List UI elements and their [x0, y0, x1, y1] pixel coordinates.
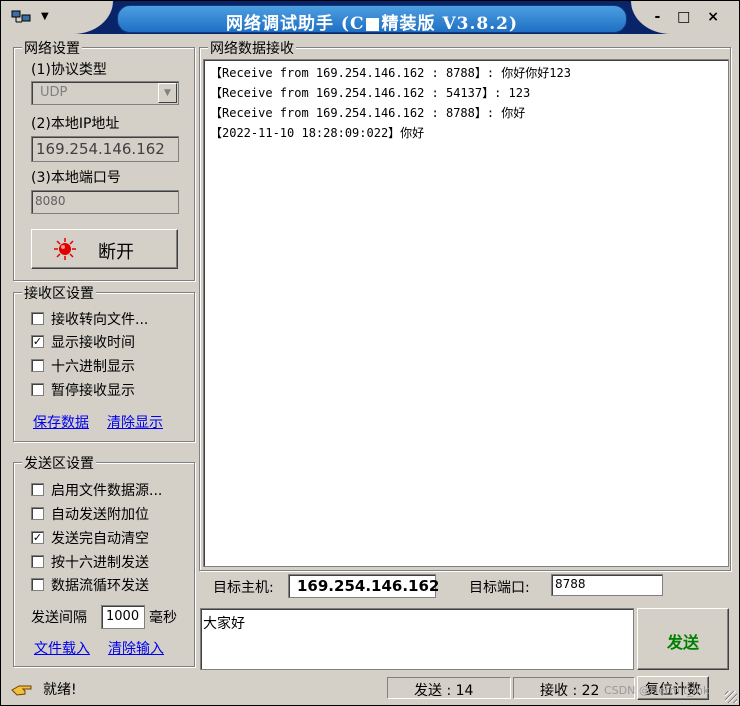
checkbox-loop-send[interactable]: 数据流循环发送: [31, 575, 201, 595]
checkbox-label: 暂停接收显示: [51, 383, 135, 399]
receive-line: 【2022-11-10 18:28:09:022】你好: [210, 126, 425, 140]
clear-input-link[interactable]: 清除输入: [108, 638, 164, 658]
checkbox-box[interactable]: [31, 555, 44, 568]
checkbox-label: 发送完自动清空: [51, 531, 149, 547]
resize-grip[interactable]: [725, 691, 737, 703]
target-port-input[interactable]: 8788: [551, 574, 663, 596]
send-text: 大家好: [203, 616, 245, 632]
send-interval-label: 发送间隔: [31, 610, 87, 626]
checkbox-box[interactable]: ✓: [31, 531, 44, 544]
checkbox-label: 自动发送附加位: [51, 507, 149, 523]
send-interval-unit: 毫秒: [149, 610, 177, 626]
send-interval-value: 1000: [106, 609, 140, 624]
chevron-down-icon[interactable]: ▼: [158, 83, 177, 103]
status-ready-text: 就绪!: [43, 682, 77, 698]
protocol-type-label: (1)协议类型: [31, 62, 107, 78]
checkbox-box[interactable]: [31, 383, 44, 396]
receive-settings-title: 接收区设置: [22, 283, 96, 303]
checkbox-box[interactable]: [31, 507, 44, 520]
network-settings-title: 网络设置: [22, 38, 82, 58]
load-file-link[interactable]: 文件载入: [34, 638, 90, 658]
checkbox-label: 显示接收时间: [51, 335, 135, 351]
checkbox-label: 按十六进制发送: [51, 555, 149, 571]
checkbox-label: 数据流循环发送: [51, 578, 149, 594]
app-icon: [11, 10, 31, 23]
checkbox-box[interactable]: [31, 312, 44, 325]
target-host-input[interactable]: 169.254.146.162: [288, 574, 440, 598]
checkbox-label: 接收转向文件...: [51, 312, 149, 328]
checkbox-label: 启用文件数据源...: [51, 483, 163, 499]
local-ip-label: (2)本地IP地址: [31, 116, 120, 132]
system-menu-button[interactable]: ▼: [11, 9, 55, 27]
save-data-link[interactable]: 保存数据: [33, 412, 89, 432]
target-port-value: 8788: [555, 577, 586, 591]
title-pill: 网络调试助手 (C■精装版 V3.8.2): [117, 5, 627, 34]
checkbox-hex-display[interactable]: 十六进制显示: [31, 356, 201, 376]
receive-data-title: 网络数据接收: [208, 38, 296, 58]
local-ip-value: 169.254.146.162: [36, 140, 165, 158]
window-controls[interactable]: - □ ×: [654, 9, 725, 25]
receive-line: 【Receive from 169.254.146.162 : 8788】: 你…: [210, 106, 526, 120]
receive-line: 【Receive from 169.254.146.162 : 8788】: 你…: [210, 66, 571, 80]
send-button-label: 发送: [666, 633, 699, 652]
pointing-hand-icon: [11, 685, 32, 696]
checkbox-auto-clear[interactable]: ✓ 发送完自动清空: [31, 528, 201, 548]
window-title: 网络调试助手 (C■精装版 V3.8.2): [225, 14, 519, 34]
send-button[interactable]: 发送: [637, 608, 729, 670]
checkbox-receive-to-file[interactable]: 接收转向文件...: [31, 309, 201, 329]
watermark: CSDN @Hermit_Ink: [604, 684, 710, 697]
sent-count-cell: 发送 : 14: [387, 677, 511, 699]
target-host-value: 169.254.146.162: [297, 577, 440, 595]
local-port-label: (3)本地端口号: [31, 170, 121, 186]
target-host-label: 目标主机:: [213, 580, 274, 596]
checkbox-box[interactable]: [31, 359, 44, 372]
checkbox-hex-send[interactable]: 按十六进制发送: [31, 552, 201, 572]
local-port-value: 8080: [35, 194, 66, 208]
send-interval-input[interactable]: 1000: [101, 605, 145, 629]
checkbox-file-data-source[interactable]: 启用文件数据源...: [31, 480, 201, 500]
checkbox-box[interactable]: ✓: [31, 335, 44, 348]
received-count: 接收 : 22: [540, 683, 600, 699]
disconnect-label: 断开: [98, 242, 134, 263]
checkbox-pause-display[interactable]: 暂停接收显示: [31, 380, 201, 400]
checkbox-show-receive-time[interactable]: ✓ 显示接收时间: [31, 332, 201, 352]
clear-display-link[interactable]: 清除显示: [107, 412, 163, 432]
receive-data-textarea[interactable]: 【Receive from 169.254.146.162 : 8788】: 你…: [203, 59, 729, 567]
receive-line: 【Receive from 169.254.146.162 : 54137】: …: [210, 86, 531, 100]
protocol-value: UDP: [40, 85, 68, 100]
checkbox-auto-append[interactable]: 自动发送附加位: [31, 504, 201, 524]
status-led-icon: [54, 238, 76, 260]
protocol-select[interactable]: UDP ▼: [31, 81, 179, 105]
app-window: ▼ 网络调试助手 (C■精装版 V3.8.2) - □ × 网络设置 (1)协议…: [0, 0, 740, 706]
send-settings-title: 发送区设置: [22, 453, 96, 473]
checkbox-label: 十六进制显示: [51, 359, 135, 375]
sent-count: 发送 : 14: [414, 683, 474, 699]
checkbox-box[interactable]: [31, 483, 44, 496]
target-port-label: 目标端口:: [469, 580, 530, 596]
title-bar[interactable]: ▼ 网络调试助手 (C■精装版 V3.8.2) - □ ×: [1, 1, 739, 34]
local-ip-field[interactable]: 169.254.146.162: [31, 136, 179, 162]
disconnect-button[interactable]: 断开: [31, 229, 178, 269]
checkbox-box[interactable]: [31, 578, 44, 591]
dropdown-arrow-icon: ▼: [41, 11, 49, 22]
send-textarea[interactable]: 大家好: [200, 608, 634, 670]
local-port-field[interactable]: 8080: [31, 190, 179, 214]
